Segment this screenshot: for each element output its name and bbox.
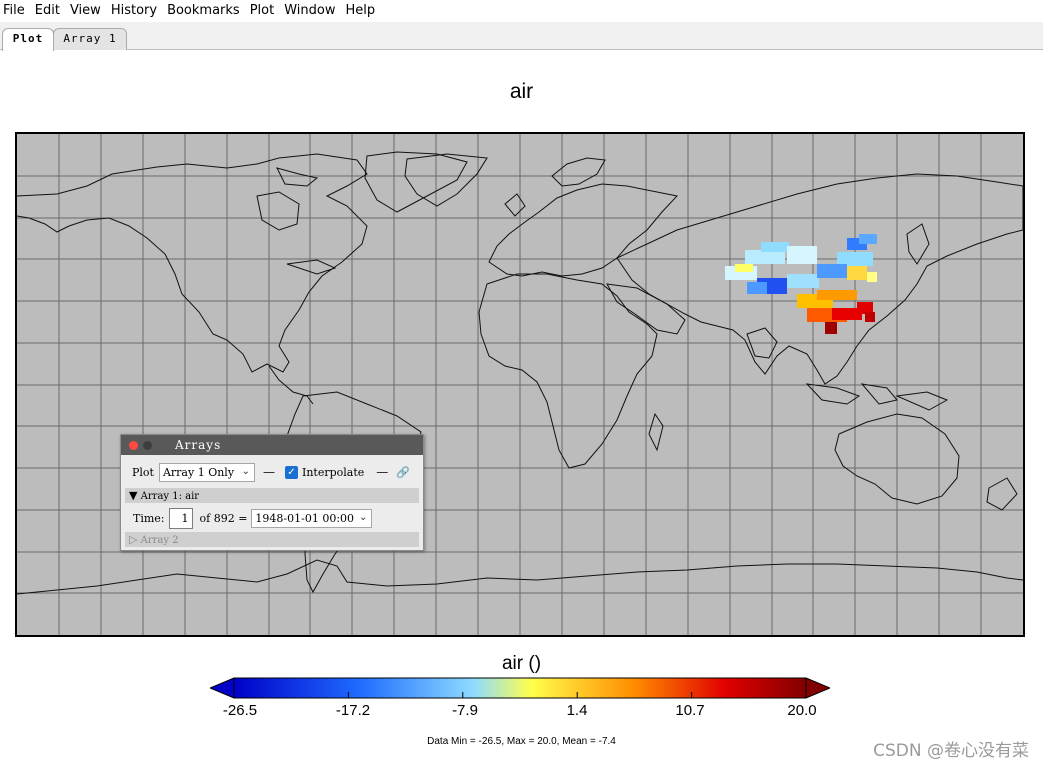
menu-view[interactable]: View [65,0,106,22]
separator-dash: — [376,465,389,479]
heat-cell [761,242,789,252]
heat-cell [787,274,819,288]
menu-history[interactable]: History [106,0,162,22]
plot-mode-label: Plot [132,465,154,479]
menu-file[interactable]: File [0,0,30,22]
plot-title: air [509,80,534,103]
heat-cell [867,272,877,282]
menu-bookmarks[interactable]: Bookmarks [162,0,245,22]
array-1-header[interactable]: ▼ Array 1: air [125,488,419,503]
interpolate-label: Interpolate [301,465,365,479]
colorbar-tick: 10.7 [675,702,705,719]
time-value-select[interactable]: 1948-01-01 00:00 ⌄ [251,508,373,528]
map-graticule [17,134,1023,635]
heat-cell [747,282,767,294]
array-1-label: Array 1: air [140,491,200,502]
heat-cell [837,252,873,266]
time-value: 1948-01-01 00:00 [255,511,355,525]
colorbar-tick: 20.0 [787,702,817,719]
plot-area: air air () -26.5 -17.2 -7.9 1.4 10.7 20.… [0,50,1043,765]
colorbar-tick: -7.9 [452,702,478,719]
link-icon[interactable]: 🔗 [396,466,410,479]
plot-mode-value: Array 1 Only [162,465,235,479]
heat-cell [735,264,753,272]
colorbar-max-arrow [805,677,830,699]
time-label: Time: [133,511,165,525]
map-canvas [17,134,1023,635]
menu-edit[interactable]: Edit [30,0,65,22]
minimize-icon[interactable] [143,441,152,450]
colorbar-tick: -26.5 [222,702,258,719]
tab-strip: Plot Array 1 [0,22,1043,51]
tab-plot[interactable]: Plot [2,28,54,51]
colorbar-min-arrow [210,677,235,699]
heat-cell [817,290,857,300]
chevron-down-icon: ⌄ [241,465,250,477]
array-2-header[interactable]: ▷ Array 2 [125,532,419,547]
menu-plot[interactable]: Plot [245,0,280,22]
heat-cell [787,246,817,264]
arrays-title: Arrays [175,438,222,452]
arrays-panel[interactable]: Arrays Plot Array 1 Only ⌄ — ✓ Interpola… [120,434,424,551]
colorbar-title: air () [501,653,542,674]
triangle-down-icon: ▼ [129,489,138,502]
air-temperature-field [725,234,877,334]
plot-mode-select[interactable]: Array 1 Only ⌄ [158,462,255,482]
heat-cell [745,250,785,264]
array-2-label: Array 2 [140,535,179,546]
triangle-right-icon: ▷ [129,533,138,546]
tab-array-1[interactable]: Array 1 [53,28,127,50]
heat-cell [859,234,877,244]
time-index-field[interactable]: 1 [168,507,193,529]
menu-bar: File Edit View History Bookmarks Plot Wi… [0,0,1043,22]
heat-cell [825,322,837,334]
separator-dash: — [262,465,275,479]
heat-cell [817,264,847,278]
menu-help[interactable]: Help [340,0,380,22]
time-of-label: of 892 = [199,511,248,525]
menu-window[interactable]: Window [279,0,340,22]
arrays-titlebar[interactable]: Arrays [121,435,423,455]
colorbar-tick: -17.2 [335,702,371,719]
watermark: CSDN @卷心没有菜 [873,741,1029,761]
colorbar-tick: 1.4 [566,702,588,719]
close-icon[interactable] [129,441,138,450]
heat-cell [847,266,867,280]
colorbar [210,677,830,699]
chevron-down-icon: ⌄ [359,511,368,523]
interpolate-checkbox[interactable]: ✓ [284,465,298,479]
heat-cell [865,312,875,322]
world-map[interactable] [15,132,1025,637]
